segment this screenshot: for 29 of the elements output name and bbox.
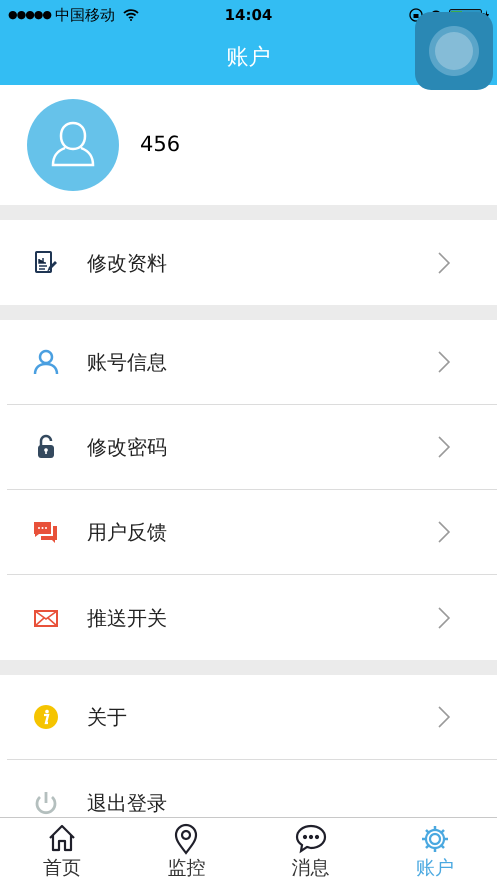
menu-item[interactable]: 退出登录 <box>7 760 497 817</box>
chevron-right-icon <box>438 706 450 728</box>
chevron-right-icon <box>438 351 450 373</box>
chevron-right-icon <box>438 521 450 543</box>
tab-bar-item[interactable]: 消息 <box>248 818 373 883</box>
menu-item[interactable]: 修改密码 <box>7 405 497 490</box>
menu-item[interactable]: 推送开关 <box>7 575 497 660</box>
chat-bubble-icon <box>294 822 327 854</box>
info-icon <box>33 704 59 730</box>
wifi-icon <box>123 9 139 21</box>
chevron-right-icon <box>438 606 450 628</box>
menu-item[interactable]: 账号信息 <box>7 320 497 405</box>
tab-bar-item[interactable]: 监控 <box>124 818 248 883</box>
clock-time: 14:04 <box>224 4 272 26</box>
person-icon <box>33 349 59 375</box>
username: 456 <box>140 131 180 158</box>
carrier-name: 中国移动 <box>55 4 115 26</box>
signal-strength: ●●●●● <box>8 6 51 23</box>
menu-item[interactable]: 用户反馈 <box>7 490 497 575</box>
assistive-touch-button[interactable] <box>415 12 493 90</box>
chevron-right-icon <box>438 436 450 458</box>
page-title: 账户 <box>226 44 270 72</box>
document-edit-icon <box>33 250 59 276</box>
menu-item[interactable]: 修改资料 <box>7 220 497 305</box>
chat-bubbles-icon <box>33 519 59 545</box>
chevron-right-icon <box>438 252 450 274</box>
tab-bar-item[interactable]: 首页 <box>0 818 124 883</box>
menu-item[interactable]: 关于 <box>7 675 497 760</box>
power-icon <box>33 790 59 816</box>
